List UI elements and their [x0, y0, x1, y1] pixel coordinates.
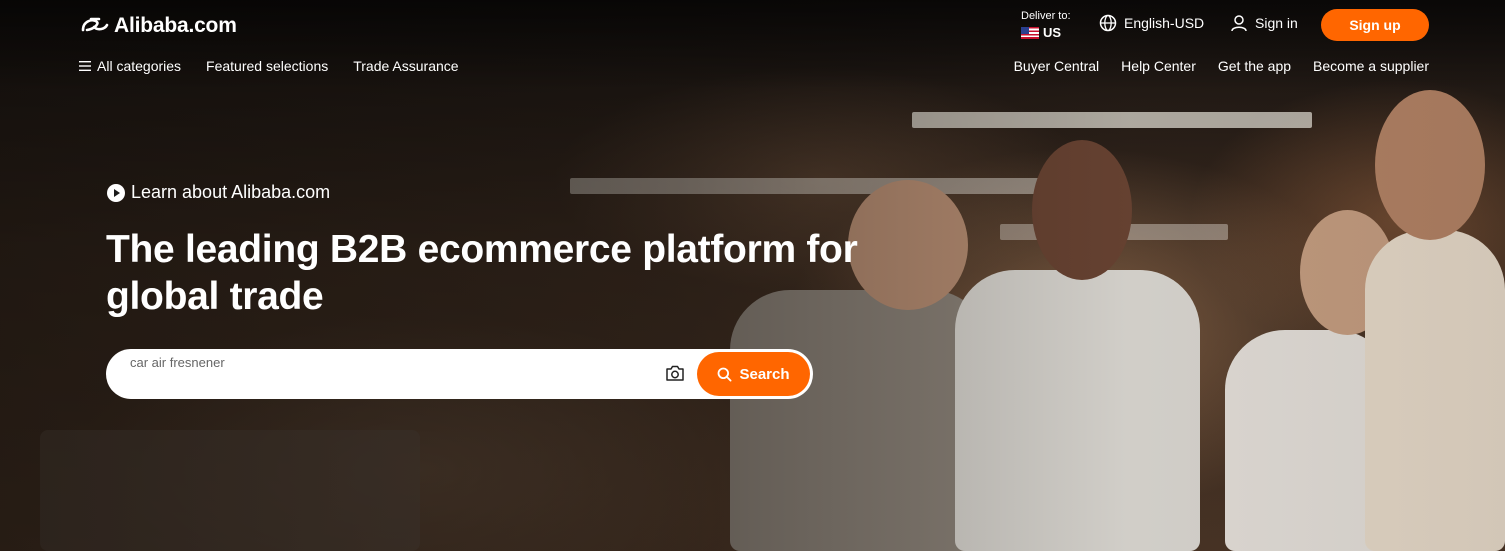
nav-trade-assurance[interactable]: Trade Assurance [353, 58, 458, 74]
globe-icon [1099, 14, 1117, 32]
nav-item-label: Trade Assurance [353, 58, 459, 74]
search-button-label: Search [739, 365, 790, 383]
alibaba-logo-icon [81, 17, 109, 32]
sign-up-button[interactable]: Sign up [1321, 9, 1429, 41]
nav-help-center[interactable]: Help Center [1121, 58, 1196, 74]
learn-about-label: Learn about Alibaba.com [131, 182, 331, 202]
nav-buyer-central[interactable]: Buyer Central [1014, 58, 1100, 74]
camera-icon[interactable] [665, 364, 685, 382]
sign-in-label: Sign in [1255, 15, 1298, 31]
menu-icon [79, 61, 91, 71]
nav-item-label: All categories [97, 58, 182, 74]
nav-item-label: Featured selections [206, 58, 329, 74]
search-icon [718, 367, 732, 382]
nav-featured-selections[interactable]: Featured selections [206, 58, 328, 74]
sign-in-link[interactable]: Sign in [1230, 14, 1298, 32]
user-icon [1231, 15, 1247, 32]
play-icon [107, 183, 125, 202]
learn-about-link[interactable]: Learn about Alibaba.com [107, 182, 330, 203]
deliver-country: US [1021, 25, 1091, 40]
search-bar: Search [106, 349, 813, 399]
hero-headline: The leading B2B ecommerce platform for g… [106, 228, 858, 318]
nav-all-categories[interactable]: All categories [79, 58, 181, 74]
language-currency-label: English-USD [1124, 15, 1205, 31]
us-flag-icon [1021, 26, 1039, 39]
deliver-country-code: US [1043, 25, 1062, 40]
logo-text: Alibaba.com [114, 14, 237, 37]
deliver-to-selector[interactable]: Deliver to: US [1021, 10, 1091, 40]
deliver-label: Deliver to: [1021, 10, 1071, 22]
header: Alibaba.com Deliver to: US English-USD S… [0, 0, 1505, 90]
nav-get-the-app[interactable]: Get the app [1218, 58, 1291, 74]
language-currency-selector[interactable]: English-USD [1099, 14, 1204, 32]
secondary-nav: Buyer Central Help Center Get the app Be… [1014, 58, 1429, 74]
primary-nav: All categories Featured selections Trade… [79, 58, 459, 74]
alibaba-logo[interactable]: Alibaba.com [79, 13, 237, 39]
search-input[interactable] [130, 353, 660, 371]
nav-become-a-supplier[interactable]: Become a supplier [1313, 58, 1429, 74]
search-button[interactable]: Search [697, 352, 810, 396]
